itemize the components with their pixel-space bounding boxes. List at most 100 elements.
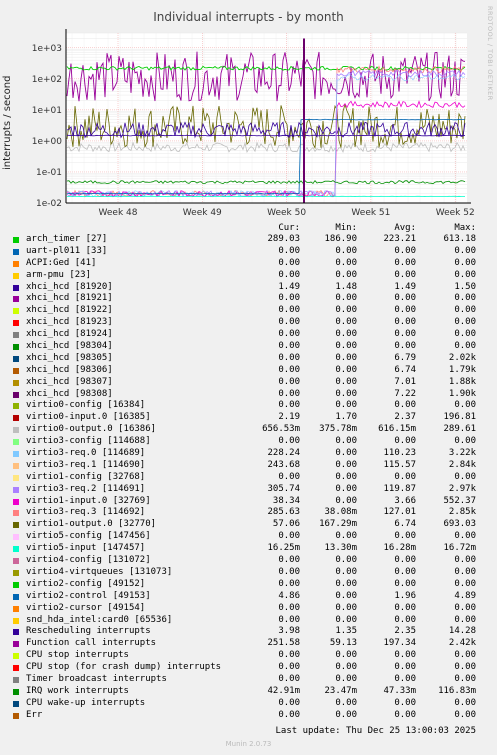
legend-row: ACPI:Ged [41] 0.00 0.00 0.00 0.00 [0,258,497,270]
legend-max: 0.00 [454,566,476,577]
legend-avg: 0.00 [394,697,416,708]
legend-min: 0.00 [335,614,357,625]
legend-row: virtio3-req.0 [114689] 228.24 0.00 110.23 3.… [0,448,497,460]
legend-max: 0.00 [454,341,476,352]
legend-avg: 223.21 [383,234,416,244]
legend-cur: 0.00 [278,400,300,411]
legend-avg: 0.00 [394,305,416,316]
legend-label: virtio3-req.1 [114690] [26,459,146,470]
legend-avg: 616.15m [378,424,416,435]
y-tick-label: 1e+00 [32,137,63,147]
legend-swatch [13,605,19,612]
legend-row: xhci_hcd [98308] 0.00 0.00 7.22 1.90k [0,389,497,401]
legend-label: arch_timer [27] [26,234,108,244]
legend-max: 0.00 [454,650,476,661]
legend-swatch [13,260,19,267]
legend-min: 1.48 [335,281,357,292]
legend-cur: 0.00 [278,578,300,589]
legend-cur: 0.00 [278,709,300,720]
legend-label: xhci_hcd [98304] [26,341,113,352]
legend-max: 0.00 [454,471,476,482]
legend-max: 0.00 [454,293,476,304]
legend-min: 0.00 [335,352,357,363]
legend-avg: 1.49 [394,281,416,292]
legend-avg: 0.00 [394,662,416,673]
legend-max: 16.72m [443,543,476,554]
legend-avg: 119.87 [383,483,416,494]
legend-avg: 0.00 [394,400,416,411]
legend-cur: 0.00 [278,388,300,399]
legend-label: Rescheduling interrupts [26,626,151,637]
legend-max: 693.03 [443,519,476,530]
legend-swatch [13,237,19,243]
legend-max: 0.00 [454,578,476,589]
legend-label: xhci_hcd [98306] [26,364,113,375]
legend-row: virtio4-virtqueues [131073] 0.00 0.00 0.00 0… [0,567,497,579]
legend-max: 14.28 [448,626,476,637]
legend-row: xhci_hcd [98304] 0.00 0.00 0.00 0.00 [0,341,497,353]
legend-row: virtio4-config [131072] 0.00 0.00 0.00 0.00 [0,555,497,567]
legend-row: xhci_hcd [81921] 0.00 0.00 0.00 0.00 [0,293,497,305]
legend-cur: 0.00 [278,614,300,625]
legend-cur: 0.00 [278,364,300,375]
legend-swatch [13,415,19,422]
legend-row: xhci_hcd [81922] 0.00 0.00 0.00 0.00 [0,305,497,317]
legend-avg: 0.00 [394,471,416,482]
legend-label: virtio1-input.0 [32769] [26,495,151,506]
legend-cur: 0.00 [278,436,300,447]
legend-label: virtio1-config [32768] [26,471,146,482]
legend-avg: 127.01 [383,507,416,518]
legend-min: 375.78m [319,424,357,435]
legend-swatch [13,248,19,255]
legend-max: 0.00 [454,329,476,340]
legend-swatch [13,367,19,374]
legend-swatch [13,522,19,529]
legend-cur: 0.00 [278,257,300,268]
legend-min: 0.00 [335,329,357,340]
legend-label: virtio3-config [114688] [26,436,151,447]
legend-row: virtio3-req.3 [114692] 285.63 38.08m 127.01… [0,507,497,519]
legend-min: 0.00 [335,709,357,720]
legend-min: 0.00 [335,566,357,577]
legend-swatch [13,534,19,541]
legend-cur: 0.00 [278,352,300,363]
x-tick-label: Week 48 [99,208,138,218]
col-cur: Cur: [278,223,300,233]
legend-max: 0.00 [454,709,476,720]
legend-min: 0.00 [335,269,357,280]
legend-swatch [13,344,19,351]
legend-row: arm-pmu [23] 0.00 0.00 0.00 0.00 [0,270,497,282]
legend-label: arm-pmu [23] [26,269,92,280]
legend-min: 0.00 [335,578,357,589]
legend-cur: 0.00 [278,673,300,684]
legend-cur: 251.58 [267,638,300,649]
legend-label: virtio3-req.0 [114689] [26,448,146,459]
legend-label: CPU stop interrupts [26,650,129,661]
legend-max: 2.97k [448,483,476,494]
legend-swatch [13,332,19,339]
legend-avg: 6.74 [394,364,416,375]
legend-cur: 285.63 [267,507,300,518]
legend-min: 0.00 [335,388,357,399]
legend-swatch [13,700,19,707]
legend-swatch [13,558,19,565]
legend-swatch [13,320,19,327]
legend-cur: 1.49 [278,281,300,292]
legend-cur: 0.00 [278,566,300,577]
legend-row: xhci_hcd [98306] 0.00 0.00 6.74 1.79k [0,365,497,377]
legend-row: xhci_hcd [98307] 0.00 0.00 7.01 1.88k [0,377,497,389]
legend-min: 0.00 [335,602,357,613]
legend-row: virtio2-cursor [49154] 0.00 0.00 0.00 0.00 [0,603,497,615]
legend-swatch [13,379,19,386]
legend-cur: 0.00 [278,471,300,482]
legend-cur: 0.00 [278,555,300,566]
legend-min: 0.00 [335,305,357,316]
legend-min: 13.30m [324,543,357,554]
legend-max: 0.00 [454,697,476,708]
legend-cur: 228.24 [267,448,300,459]
legend-cur: 57.06 [272,519,300,530]
legend-avg: 0.00 [394,293,416,304]
legend-min: 0.00 [335,495,357,506]
legend-row: virtio1-input.0 [32769] 38.34 0.00 3.66 552.… [0,496,497,508]
legend-min: 23.47m [324,685,357,696]
